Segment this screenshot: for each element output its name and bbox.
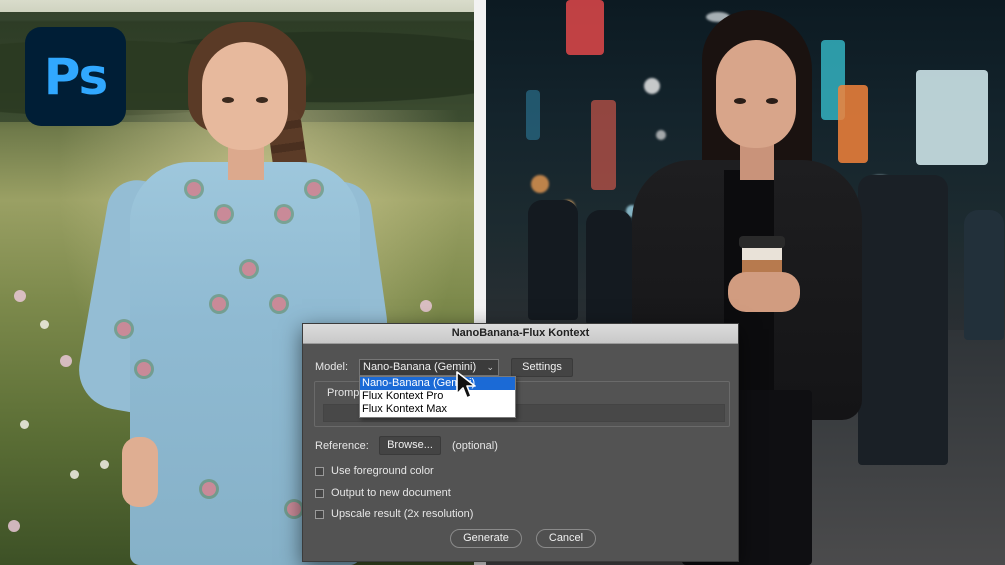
optional-text: (optional) bbox=[452, 440, 498, 452]
reference-label: Reference: bbox=[315, 440, 369, 452]
photoshop-logo-icon: Ps bbox=[25, 27, 126, 126]
model-option-nano-banana[interactable]: Nano-Banana (Gemini) bbox=[360, 377, 515, 390]
flower bbox=[14, 290, 26, 302]
model-label: Model: bbox=[315, 361, 349, 373]
nanobanana-flux-dialog: NanoBanana-Flux Kontext Model: Nano-Bana… bbox=[302, 323, 739, 562]
mouse-pointer-icon bbox=[456, 371, 476, 399]
flower bbox=[40, 320, 49, 329]
neon-sign bbox=[566, 0, 604, 55]
output-new-document-checkbox[interactable]: Output to new document bbox=[315, 487, 451, 499]
pedestrian bbox=[858, 175, 948, 465]
dialog-title: NanoBanana-Flux Kontext bbox=[303, 324, 738, 344]
bokeh-light bbox=[531, 175, 549, 193]
browse-button[interactable]: Browse... bbox=[379, 436, 441, 455]
flower bbox=[420, 300, 432, 312]
checkbox-label: Output to new document bbox=[331, 487, 451, 499]
checkbox-label: Upscale result (2x resolution) bbox=[331, 508, 474, 520]
model-dropdown-list: Nano-Banana (Gemini) Flux Kontext Pro Fl… bbox=[359, 376, 516, 418]
flower bbox=[60, 355, 72, 367]
use-foreground-color-checkbox[interactable]: Use foreground color bbox=[315, 465, 434, 477]
prompt-label: Prompt bbox=[327, 387, 363, 399]
logo-text: Ps bbox=[43, 47, 109, 106]
pedestrian bbox=[964, 210, 1004, 340]
chevron-down-icon: ⌄ bbox=[486, 362, 494, 372]
flower bbox=[70, 470, 79, 479]
pedestrian bbox=[528, 200, 578, 320]
upscale-result-checkbox[interactable]: Upscale result (2x resolution) bbox=[315, 508, 473, 520]
checkbox-label: Use foreground color bbox=[331, 465, 434, 477]
neon-sign bbox=[526, 90, 540, 140]
flower bbox=[20, 420, 29, 429]
cancel-button[interactable]: Cancel bbox=[536, 529, 596, 548]
checkbox-box[interactable] bbox=[315, 466, 324, 476]
generate-button[interactable]: Generate bbox=[450, 529, 522, 548]
model-option-flux-max[interactable]: Flux Kontext Max bbox=[360, 403, 515, 416]
checkbox-box[interactable] bbox=[315, 488, 324, 498]
model-select[interactable]: Nano-Banana (Gemini) ⌄ bbox=[359, 359, 499, 376]
flower bbox=[8, 520, 20, 532]
billboard bbox=[916, 70, 988, 165]
settings-button[interactable]: Settings bbox=[511, 358, 573, 377]
model-option-flux-pro[interactable]: Flux Kontext Pro bbox=[360, 390, 515, 403]
checkbox-box[interactable] bbox=[315, 509, 324, 519]
pedestrian bbox=[586, 210, 632, 325]
neon-sign bbox=[591, 100, 616, 190]
